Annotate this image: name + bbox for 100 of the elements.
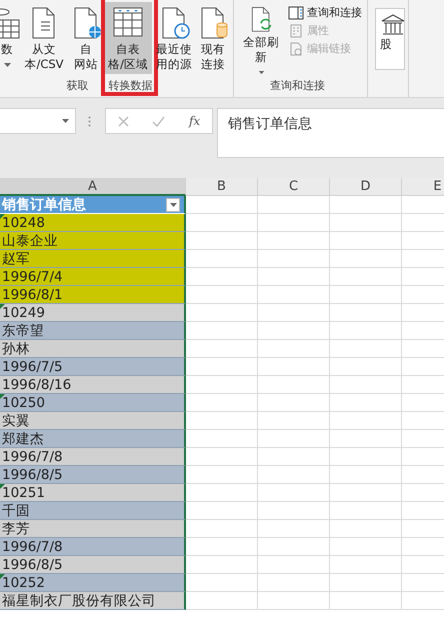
table-cell: 10250 — [0, 394, 186, 412]
ribbon-button[interactable]: 现有 连接 — [196, 2, 230, 74]
table-cell: 赵军 — [0, 250, 186, 268]
empty-cell — [258, 268, 330, 286]
table-cell: 东帝望 — [0, 322, 186, 340]
caret-icon — [4, 63, 10, 67]
empty-cell — [330, 538, 402, 556]
table-cell: 1996/8/1 — [0, 286, 186, 304]
empty-cell — [258, 430, 330, 448]
empty-cell — [330, 232, 402, 250]
table-cell: 千固 — [0, 502, 186, 520]
empty-cell — [330, 286, 402, 304]
table-cell: 福星制衣厂股份有限公司 — [0, 592, 186, 610]
table-cell: 10252 — [0, 574, 186, 592]
empty-cell — [258, 412, 330, 430]
empty-cell — [258, 592, 330, 610]
checkmark-icon[interactable] — [152, 116, 166, 126]
group-label: 转换数据 — [108, 78, 152, 94]
empty-cell — [330, 502, 402, 520]
empty-cell — [258, 322, 330, 340]
empty-cell — [258, 376, 330, 394]
table-cell: 1996/8/5 — [0, 466, 186, 484]
empty-cell — [330, 196, 402, 214]
column-header[interactable]: E — [402, 178, 444, 196]
empty-cell — [258, 484, 330, 502]
ribbon-button[interactable]: 全部刷新 — [237, 2, 285, 74]
empty-cell — [330, 448, 402, 466]
formula-field[interactable]: 销售订单信息 — [217, 108, 444, 158]
panel-icon — [288, 6, 304, 20]
empty-cell — [330, 592, 402, 610]
bank-icon — [380, 13, 404, 37]
empty-cell — [258, 394, 330, 412]
empty-cell — [258, 574, 330, 592]
empty-cell — [258, 214, 330, 232]
table-cell: 山泰企业 — [0, 232, 186, 250]
ribbon-button[interactable]: 自表 格/区域 — [104, 2, 152, 74]
table-cell: 10249 — [0, 304, 186, 322]
empty-cell — [258, 196, 330, 214]
empty-cell — [330, 430, 402, 448]
caret-icon — [258, 70, 264, 74]
empty-cell — [258, 250, 330, 268]
ribbon-button[interactable]: 数 — [0, 2, 19, 74]
group-label: 查询和连接 — [270, 78, 325, 94]
empty-cell — [330, 574, 402, 592]
table-cell: 1996/8/16 — [0, 376, 186, 394]
empty-cell — [258, 358, 330, 376]
empty-cell — [330, 484, 402, 502]
table-cell: 李芳 — [0, 520, 186, 538]
table-cell: 1996/7/8 — [0, 448, 186, 466]
filter-button[interactable] — [166, 198, 180, 212]
column-header[interactable]: A — [0, 178, 186, 196]
list-icon — [288, 24, 304, 38]
empty-cell — [258, 466, 330, 484]
cancel-icon[interactable] — [118, 116, 129, 126]
drag-handle-icon — [88, 116, 91, 127]
table-cell: 10251 — [0, 484, 186, 502]
ribbon-button[interactable]: 从文 本/CSV — [20, 2, 68, 74]
table-cell: 孙林 — [0, 340, 186, 358]
empty-cell — [330, 466, 402, 484]
empty-cell — [330, 412, 402, 430]
empty-cell — [330, 394, 402, 412]
group-label: 获取 — [66, 78, 88, 94]
empty-cell — [258, 520, 330, 538]
table-cell: 实翼 — [0, 412, 186, 430]
empty-cell — [330, 268, 402, 286]
table-cell: 1996/8/5 — [0, 556, 186, 574]
empty-cell — [258, 538, 330, 556]
empty-cell — [330, 376, 402, 394]
ribbon-button[interactable]: 自 网站 — [69, 2, 103, 74]
empty-cell — [258, 340, 330, 358]
empty-cell — [330, 304, 402, 322]
empty-cell — [330, 340, 402, 358]
table-cell: 1996/7/4 — [0, 268, 186, 286]
column-header[interactable]: B — [186, 178, 258, 196]
empty-cell — [330, 214, 402, 232]
insert-function-button[interactable]: fx — [188, 114, 200, 128]
empty-cell — [330, 250, 402, 268]
table-header-cell: 销售订单信息 — [0, 196, 186, 214]
table-cell: 10248 — [0, 214, 186, 232]
column-header[interactable]: C — [258, 178, 330, 196]
empty-cell — [330, 322, 402, 340]
table-cell: 1996/7/5 — [0, 358, 186, 376]
table-cell: 郑建杰 — [0, 430, 186, 448]
name-box[interactable] — [0, 108, 76, 134]
empty-cell — [330, 358, 402, 376]
empty-cell — [258, 556, 330, 574]
column-header[interactable]: D — [330, 178, 402, 196]
empty-cell — [258, 304, 330, 322]
caret-icon — [170, 203, 176, 207]
empty-cell — [258, 502, 330, 520]
empty-cell — [330, 556, 402, 574]
document-link-icon — [288, 42, 304, 56]
stocks-button[interactable]: 股 — [375, 8, 405, 70]
empty-cell — [258, 448, 330, 466]
table-cell: 1996/7/8 — [0, 538, 186, 556]
ribbon-menu-item[interactable]: 查询和连接 — [286, 5, 364, 20]
empty-cell — [330, 520, 402, 538]
empty-cell — [258, 286, 330, 304]
empty-cell — [258, 232, 330, 250]
caret-icon — [62, 119, 69, 123]
